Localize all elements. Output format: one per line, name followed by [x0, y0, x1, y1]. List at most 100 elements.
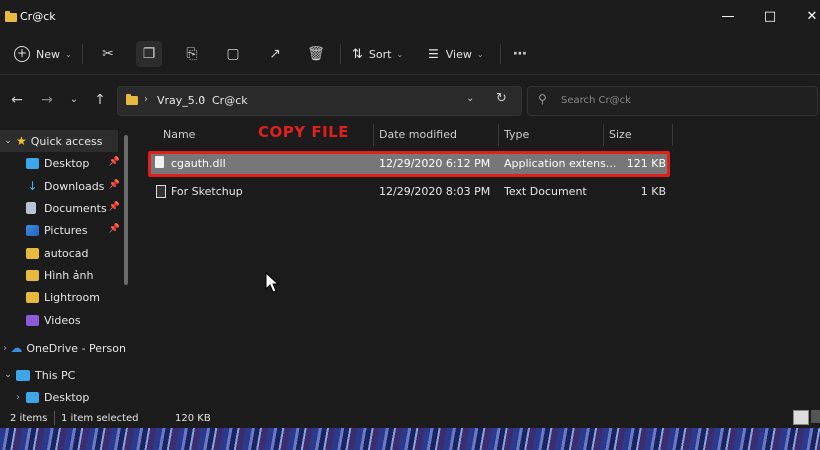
- command-bar: [0, 34, 820, 75]
- chevron-down-icon: ⌄: [396, 49, 404, 59]
- videos-icon: [26, 314, 39, 326]
- sidebar-item-pictures[interactable]: Pictures 📌: [0, 219, 126, 241]
- folder-icon: [126, 94, 138, 105]
- view-button[interactable]: ☰ View ⌄: [428, 40, 484, 68]
- share-icon[interactable]: ↗: [262, 41, 288, 67]
- breadcrumb-item[interactable]: Vray_5.0: [157, 94, 205, 107]
- minimize-button[interactable]: —: [708, 0, 748, 34]
- text-file-icon: [156, 185, 166, 198]
- sidebar-item-onedrive[interactable]: › ☁ OneDrive - Person: [0, 337, 126, 359]
- status-separator: [54, 411, 55, 425]
- up-icon[interactable]: ↑: [89, 90, 111, 110]
- search-icon: ⚲: [538, 92, 547, 106]
- cut-icon[interactable]: ✂: [95, 41, 121, 67]
- back-icon[interactable]: ←: [6, 90, 28, 110]
- sidebar-item-downloads[interactable]: ↓ Downloads 📌: [0, 175, 126, 197]
- rename-icon[interactable]: ▢: [220, 41, 246, 67]
- sidebar-item-documents[interactable]: Documents 📌: [0, 197, 126, 219]
- folder-icon: [26, 247, 39, 259]
- pin-icon: 📌: [108, 157, 120, 167]
- chevron-down-icon: ⌄: [65, 49, 72, 59]
- copy-icon[interactable]: ❐: [136, 41, 162, 67]
- folder-icon: [26, 269, 39, 281]
- toolbar-separator: [340, 44, 341, 64]
- address-dropdown-icon[interactable]: ⌄: [466, 93, 474, 104]
- chevron-down-icon: ⌄: [476, 49, 484, 59]
- view-label: View: [445, 47, 472, 61]
- recent-locations-chevron-icon[interactable]: ⌄: [63, 90, 85, 110]
- sidebar-label: Pictures: [44, 223, 88, 237]
- sidebar-label: Documents: [44, 201, 107, 215]
- status-item-count: 2 items: [10, 413, 48, 424]
- chevron-down-icon: ⌄: [4, 136, 12, 146]
- breadcrumb-item[interactable]: Cr@ck: [212, 94, 248, 107]
- paste-icon[interactable]: ⎘: [179, 41, 205, 67]
- details-view-icon[interactable]: [793, 410, 809, 425]
- tiles-view-icon[interactable]: [811, 410, 820, 423]
- new-label: New: [36, 47, 60, 61]
- file-date: 12/29/2020 8:03 PM: [379, 185, 491, 198]
- toolbar-separator: [82, 44, 83, 64]
- new-button[interactable]: + New ⌄: [14, 40, 72, 68]
- folder-icon: [26, 291, 39, 303]
- sidebar-label: Desktop: [44, 390, 90, 404]
- sidebar-label: autocad: [44, 246, 89, 260]
- sidebar-label: Downloads: [44, 179, 105, 193]
- table-row[interactable]: For Sketchup 12/29/2020 8:03 PM Text Doc…: [150, 181, 670, 203]
- forward-icon[interactable]: →: [36, 90, 58, 110]
- column-separator[interactable]: [498, 124, 499, 146]
- document-icon: [26, 202, 36, 214]
- column-separator[interactable]: [672, 124, 673, 146]
- more-options-icon[interactable]: ⋯: [507, 41, 533, 67]
- sidebar-item-lightroom[interactable]: Lightroom: [0, 286, 126, 308]
- breadcrumb-chevron-icon: ›: [144, 94, 148, 105]
- column-separator[interactable]: [603, 124, 604, 146]
- sidebar-label: This PC: [35, 368, 76, 382]
- sidebar-label: Desktop: [44, 156, 90, 170]
- column-header-name[interactable]: Name: [163, 128, 195, 148]
- pin-icon: 📌: [108, 224, 120, 234]
- column-header-type[interactable]: Type: [504, 128, 529, 148]
- pin-icon: 📌: [108, 180, 120, 190]
- search-placeholder: Search Cr@ck: [561, 95, 631, 106]
- view-icon: ☰: [428, 47, 439, 61]
- mouse-cursor-icon: [265, 272, 280, 293]
- sidebar-label: Quick access: [30, 134, 103, 148]
- refresh-icon[interactable]: ↻: [496, 91, 507, 106]
- title-bar: [0, 0, 820, 34]
- sidebar-item-desktop[interactable]: Desktop 📌: [0, 152, 126, 174]
- sort-label: Sort: [368, 47, 392, 61]
- sidebar-item-videos[interactable]: Videos: [0, 309, 126, 331]
- sidebar-label: Hình ảnh: [44, 268, 94, 282]
- status-selected: 1 item selected: [61, 413, 139, 424]
- sort-button[interactable]: ⇅ Sort ⌄: [352, 40, 403, 68]
- breadcrumb-chevron-icon: ›: [201, 94, 205, 105]
- desktop-icon: [26, 391, 39, 403]
- maximize-button[interactable]: □: [750, 0, 790, 34]
- download-icon: ↓: [27, 178, 38, 193]
- window-title: Cr@ck: [20, 10, 56, 23]
- pictures-icon: [26, 224, 39, 236]
- star-icon: ★: [16, 134, 27, 148]
- plus-circle-icon: +: [14, 46, 30, 62]
- close-button[interactable]: ✕: [792, 0, 820, 34]
- delete-icon[interactable]: 🗑: [303, 41, 329, 67]
- sidebar-item-this-pc[interactable]: ⌄ This PC: [0, 364, 126, 386]
- sidebar-item-pc-desktop[interactable]: › Desktop: [0, 386, 126, 408]
- column-separator[interactable]: [373, 124, 374, 146]
- column-header-date[interactable]: Date modified: [379, 128, 457, 148]
- sidebar-item-hinh-anh[interactable]: Hình ảnh: [0, 264, 126, 286]
- annotation-label: COPY FILE: [258, 123, 349, 141]
- sort-icon: ⇅: [352, 46, 363, 62]
- sidebar-scrollbar[interactable]: [124, 135, 128, 285]
- chevron-down-icon: ⌄: [4, 370, 12, 380]
- sidebar-item-autocad[interactable]: autocad: [0, 242, 126, 264]
- sidebar-label: OneDrive - Person: [26, 341, 126, 355]
- desktop-wallpaper: [0, 428, 820, 450]
- folder-icon: [5, 11, 17, 22]
- sidebar-item-quick-access[interactable]: ⌄ ★ Quick access: [0, 130, 118, 152]
- computer-icon: [16, 369, 30, 381]
- sidebar-label: Lightroom: [44, 290, 100, 304]
- column-header-size[interactable]: Size: [609, 128, 632, 148]
- file-type: Text Document: [504, 185, 587, 198]
